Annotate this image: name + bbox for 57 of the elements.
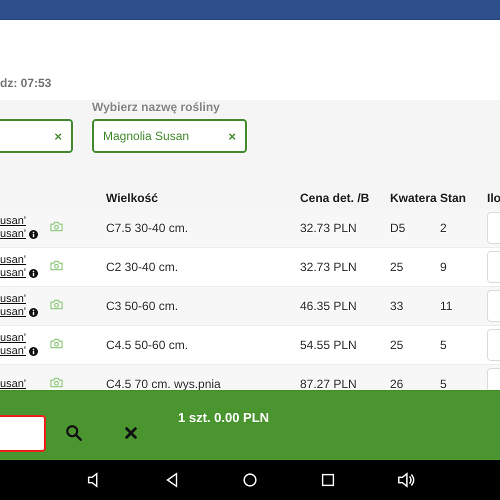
column-header: Stan — [440, 191, 468, 205]
column-header: Kwatera — [390, 191, 438, 205]
field-label: Wybierz nazwę rośliny — [92, 100, 221, 116]
cart-summary: 1 szt. 0.00 PLN — [178, 410, 270, 425]
quantity-field[interactable] — [487, 329, 500, 361]
table-row[interactable]: usan' usan' C2 30-40 cm. 32.73 PLN 25 9 — [0, 248, 500, 287]
plant-name-link[interactable]: usan' — [0, 293, 26, 306]
table-cell-text: C4.5 50-60 cm. — [106, 338, 190, 352]
table-cell-text: 32.73 PLN — [300, 221, 358, 235]
plant-name-link[interactable]: usan' — [0, 254, 26, 267]
plant-name-link[interactable]: usan' — [0, 267, 26, 280]
table-cell-text: 54.55 PLN — [300, 338, 358, 352]
table-cell-text: 2 — [440, 221, 448, 235]
volume-up-icon[interactable] — [397, 471, 415, 489]
plant-name-link[interactable]: usan' — [0, 345, 26, 358]
table-cell-text: 46.35 PLN — [300, 299, 358, 313]
table-cell-text: 25 — [390, 260, 404, 274]
table-cell-text: C3 50-60 cm. — [106, 299, 180, 313]
clear-button[interactable]: × — [228, 128, 236, 144]
column-header: Cena det. /B — [300, 191, 370, 205]
info-icon[interactable] — [28, 308, 38, 317]
table-cell-text: 5 — [440, 377, 448, 390]
column-header: Wielkość — [106, 191, 159, 205]
table-cell-text: 32.73 PLN — [300, 260, 358, 274]
table-cell-text: C2 30-40 cm. — [106, 260, 180, 274]
search-icon[interactable] — [65, 424, 83, 442]
table-row[interactable]: usan' usan' C4.5 50-60 cm. 54.55 PLN 25 5 — [0, 326, 500, 365]
table-row[interactable]: usan' usan' C7.5 30-40 cm. 32.73 PLN D5 2 — [0, 209, 500, 248]
plant-name-link[interactable]: usan' — [0, 332, 26, 345]
plant-name-link[interactable]: usan' — [0, 215, 26, 228]
time-text: dz: 07:53 — [0, 76, 52, 90]
table-cell-text: 11 — [440, 299, 454, 313]
table-cell-text: 33 — [390, 299, 404, 313]
table-cell-text: 87.27 PLN — [300, 377, 358, 390]
plant-select-field[interactable]: Magnolia Susan × — [92, 119, 247, 153]
table-cell-text: 25 — [390, 338, 404, 352]
quantity-field[interactable] — [487, 251, 500, 283]
clear-button[interactable]: × — [54, 128, 62, 144]
table-cell-text: 9 — [440, 260, 448, 274]
plant-name-link[interactable]: usan' — [0, 306, 26, 319]
search-field[interactable] — [0, 415, 46, 452]
table-cell-text: 5 — [440, 338, 448, 352]
quantity-field[interactable] — [487, 212, 500, 244]
table-cell-text: 26 — [390, 377, 404, 390]
plant-name-link[interactable]: usan' — [0, 228, 26, 241]
info-icon[interactable] — [28, 347, 38, 356]
recent-apps-icon[interactable] — [319, 471, 337, 489]
table-cell-text: C7.5 30-40 cm. — [106, 221, 190, 235]
close-icon[interactable] — [124, 426, 138, 440]
plant-name-link[interactable]: usan' — [0, 378, 26, 390]
plant-select-field[interactable]: × — [0, 119, 73, 153]
quantity-field[interactable] — [487, 290, 500, 322]
table-row[interactable]: usan' usan' C3 50-60 cm. 46.35 PLN 33 11 — [0, 287, 500, 326]
info-icon[interactable] — [28, 230, 38, 239]
table-cell-text: D5 — [390, 221, 406, 235]
info-icon[interactable] — [28, 269, 38, 278]
home-icon[interactable] — [241, 471, 259, 489]
